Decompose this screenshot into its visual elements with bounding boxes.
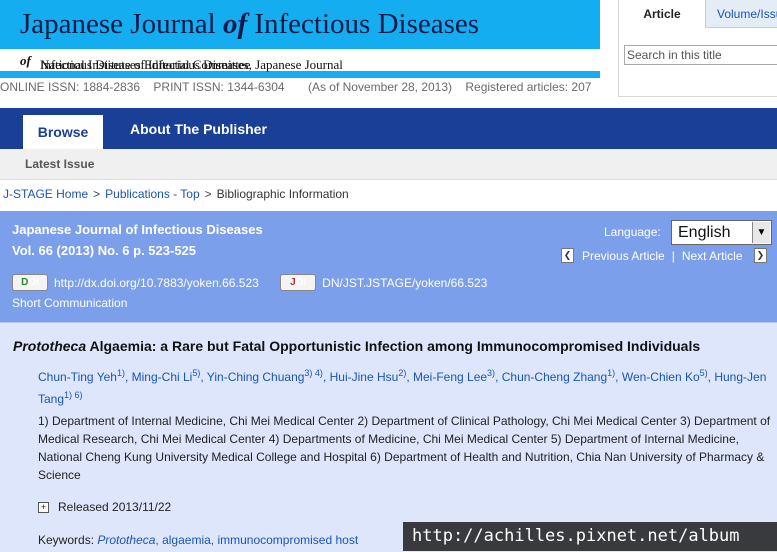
joi-badge-icon: JOI <box>280 274 317 291</box>
author-affiliation-ref: 2) <box>398 368 407 378</box>
author-affiliation-ref: 1) 6) <box>64 390 83 400</box>
next-article-link[interactable]: Next Article <box>682 249 743 263</box>
nav-latest-issue[interactable]: Latest Issue <box>25 149 94 179</box>
keywords: Keywords: Prototheca, algaemia, immunoco… <box>38 533 359 547</box>
author-link[interactable]: Wen-Chien Ko <box>622 370 700 384</box>
watermark-text: http://achilles.pixnet.net/album <box>403 522 777 551</box>
journal-banner[interactable]: Japanese Journal of Infectious Diseases … <box>0 0 600 80</box>
breadcrumb-current: Bibliographic Information <box>216 187 349 201</box>
registered-articles: Registered articles: 207 <box>465 80 592 94</box>
author-affiliation-ref: 5) <box>192 368 201 378</box>
previous-article-link[interactable]: Previous Article <box>582 249 665 263</box>
sub-nav: Latest Issue <box>0 149 777 180</box>
header-journal-name: Japanese Journal of Infectious Diseases <box>12 222 263 237</box>
author-link[interactable]: Chun-Ting Yeh <box>38 370 117 384</box>
article-type: Short Communication <box>12 296 128 310</box>
tab-volume-issue[interactable]: Volume/Issue <box>706 0 777 28</box>
online-issn: ONLINE ISSN: 1884-2836 <box>0 80 141 94</box>
banner-subtitle: National Institute of Infectious Disease… <box>0 49 600 78</box>
nav-about-publisher[interactable]: About The Publisher <box>130 108 267 149</box>
doi-link[interactable]: http://dx.doi.org/10.7883/yoken.66.523 <box>54 276 259 290</box>
nav-browse[interactable]: Browse <box>23 115 103 149</box>
main-nav: Browse About The Publisher <box>0 108 777 149</box>
author-link[interactable]: Hui-Jine Hsu <box>330 370 399 384</box>
breadcrumb: J-STAGE Home > Publications - Top > Bibliogr… <box>3 187 349 201</box>
released-date[interactable]: + Released 2013/11/22 <box>38 500 171 514</box>
affiliations: 1) Department of Internal Medicine, Chi … <box>38 414 771 482</box>
language-select[interactable]: English ▼ <box>671 220 772 245</box>
author-link[interactable]: Ming-Chi Li <box>132 370 193 384</box>
caret-down-icon: ▼ <box>752 222 770 243</box>
issn-line: ONLINE ISSN: 1884-2836 PRINT ISSN: 1344-… <box>0 80 604 94</box>
search-panel: Article Volume/Issue <box>618 0 777 97</box>
author-affiliation-ref: 1) <box>116 368 125 378</box>
print-issn: PRINT ISSN: 1344-6304 <box>153 80 285 94</box>
plus-icon[interactable]: + <box>38 502 49 514</box>
author-link[interactable]: Chun-Cheng Zhang <box>502 370 607 384</box>
author-affiliation-ref: 5) <box>699 368 708 378</box>
header-volume-info: Vol. 66 (2013) No. 6 p. 523-525 <box>12 243 197 258</box>
author-affiliation-ref: 3) <box>487 368 496 378</box>
tab-article[interactable]: Article <box>619 0 706 28</box>
doi-row: DOI http://dx.doi.org/10.7883/yoken.66.52… <box>12 274 505 291</box>
breadcrumb-publications[interactable]: Publications - Top <box>105 187 200 201</box>
search-input[interactable] <box>624 45 777 65</box>
article-pagination: ❮ Previous Article | Next Article ❯ <box>561 248 767 264</box>
author-link[interactable]: Mei-Feng Lee <box>413 370 487 384</box>
as-of-date: (As of November 28, 2013) <box>307 80 453 94</box>
author-link[interactable]: Yin-Ching Chuang <box>207 370 305 384</box>
article-title: Prototheca Algaemia: a Rare but Fatal Op… <box>13 338 701 354</box>
article-header: Japanese Journal of Infectious Diseases … <box>0 211 777 322</box>
author-affiliation-ref: 1) <box>607 368 616 378</box>
banner-top: Japanese Journal of Infectious Diseases <box>0 0 600 49</box>
author-affiliation-ref: 3) 4) <box>304 368 323 378</box>
breadcrumb-home[interactable]: J-STAGE Home <box>3 187 88 201</box>
article-body: Prototheca Algaemia: a Rare but Fatal Op… <box>0 322 777 552</box>
chevron-left-icon[interactable]: ❮ <box>561 248 574 264</box>
journal-title: Japanese Journal of Infectious Diseases <box>20 8 480 40</box>
chevron-right-icon[interactable]: ❯ <box>753 248 767 264</box>
author-list: Chun-Ting Yeh1), Ming-Chi Li5), Yin-Chin… <box>38 368 767 406</box>
language-label: Language: <box>604 225 661 239</box>
doi-badge-icon: DOI <box>12 274 48 291</box>
joi-link[interactable]: DN/JST.JSTAGE/yoken/66.523 <box>322 276 487 290</box>
